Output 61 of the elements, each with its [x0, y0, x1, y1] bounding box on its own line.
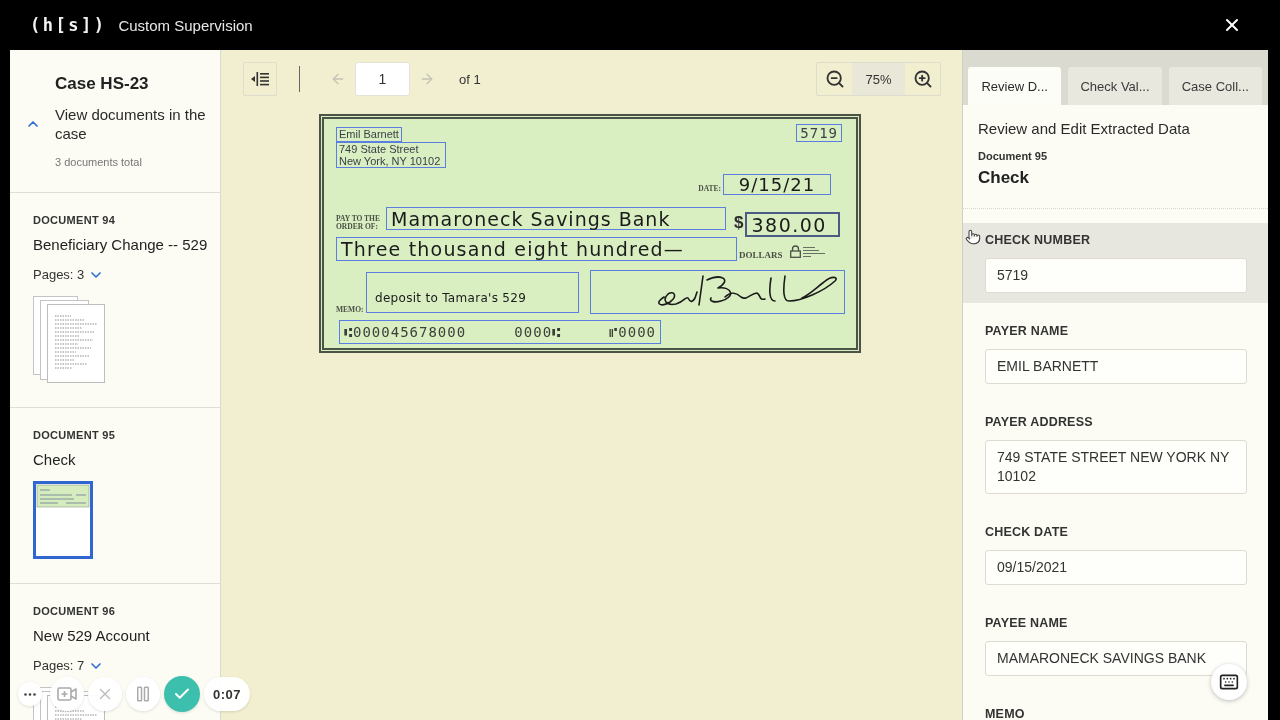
hand-cursor-icon — [965, 229, 981, 245]
app-title: Custom Supervision — [118, 16, 253, 34]
document-name: Check — [33, 450, 76, 470]
field-label: PAYER NAME — [985, 323, 1070, 339]
document-number: Document 95 — [978, 149, 1049, 163]
documents-count: 3 documents total — [55, 155, 143, 169]
more-icon — [24, 692, 36, 696]
case-title: Case HS-23 — [55, 73, 150, 95]
document-name: Beneficiary Change -- 529 — [33, 235, 208, 255]
outdent-icon — [251, 72, 269, 86]
document-title: Check — [978, 167, 1031, 189]
payer-name-region: Emil Barnett — [336, 127, 402, 142]
input-field[interactable]: EMIL BARNETT — [985, 349, 1247, 384]
memo-region: deposit to Tamara's 529 — [366, 272, 579, 313]
input-field[interactable]: 749 STATE STREET NEW YORK NY 10102 — [985, 440, 1247, 494]
field-label: CHECK DATE — [985, 524, 1070, 540]
input-field[interactable]: MAMARONECK SAVINGS BANK — [985, 641, 1247, 676]
document-number: DOCUMENT 94 — [33, 213, 116, 227]
field-label: PAYEE NAME — [985, 615, 1069, 631]
view-documents-toggle[interactable]: View documents in the case — [10, 105, 210, 143]
zoom-in-icon — [912, 69, 933, 89]
amount-region: 380.00 — [745, 212, 841, 237]
pause-icon — [134, 685, 152, 703]
dollar-sign: $ — [734, 213, 744, 233]
app-logo: (h[s]) — [30, 15, 107, 35]
panel-tab[interactable]: Case Coll... — [1168, 67, 1262, 105]
lock-icon — [789, 245, 801, 258]
document-number: DOCUMENT 96 — [33, 604, 116, 618]
micr-code: ⑈0000 — [609, 324, 656, 340]
check-number-region: 5719 — [796, 124, 842, 142]
page-number-field[interactable]: 1 — [355, 62, 410, 96]
payee-region: Mamaroneck Savings Bank — [386, 207, 726, 230]
page-thumbnail[interactable] — [33, 296, 105, 383]
field-label: PAYER ADDRESS — [985, 414, 1094, 430]
video-add-icon — [57, 687, 77, 701]
field-label: MEMO — [985, 706, 1026, 720]
sidebar-toggle-button[interactable] — [243, 62, 277, 96]
micr-code: ⑆000045678000 — [344, 324, 467, 340]
payer-address-region: 749 State Street New York, NY 10102 — [336, 142, 446, 168]
field-label: CHECK NUMBER — [985, 232, 1092, 248]
amount-words-region: Three thousand eight hundred— — [336, 237, 737, 261]
panel-tab[interactable]: Review D... — [968, 67, 1062, 105]
panel-tab[interactable]: Check Val... — [1068, 67, 1162, 105]
pages-toggle[interactable]: Pages: 7 — [33, 657, 105, 675]
zoom-level: 75% — [852, 63, 905, 95]
document-name: New 529 Account — [33, 626, 150, 646]
page-count: of 1 — [459, 71, 481, 87]
document-number: DOCUMENT 95 — [33, 428, 116, 442]
keyboard-icon — [1219, 672, 1239, 692]
zoom-out-icon — [824, 69, 845, 89]
date-region: 9/15/21 — [723, 174, 831, 195]
page-thumbnail[interactable] — [33, 481, 93, 559]
input-field[interactable]: 5719 — [985, 258, 1247, 293]
micr-code: 0000⑆ — [514, 324, 562, 340]
input-field[interactable]: 09/15/2021 — [985, 550, 1247, 585]
dollars-label: DOLLARS — [739, 251, 783, 259]
arrow-left-icon — [330, 71, 346, 87]
panel-heading: Review and Edit Extracted Data — [978, 119, 1191, 139]
arrow-right-icon — [419, 71, 435, 87]
pages-toggle[interactable]: Pages: 3 — [33, 266, 105, 284]
fine-print-drawing — [802, 245, 825, 258]
